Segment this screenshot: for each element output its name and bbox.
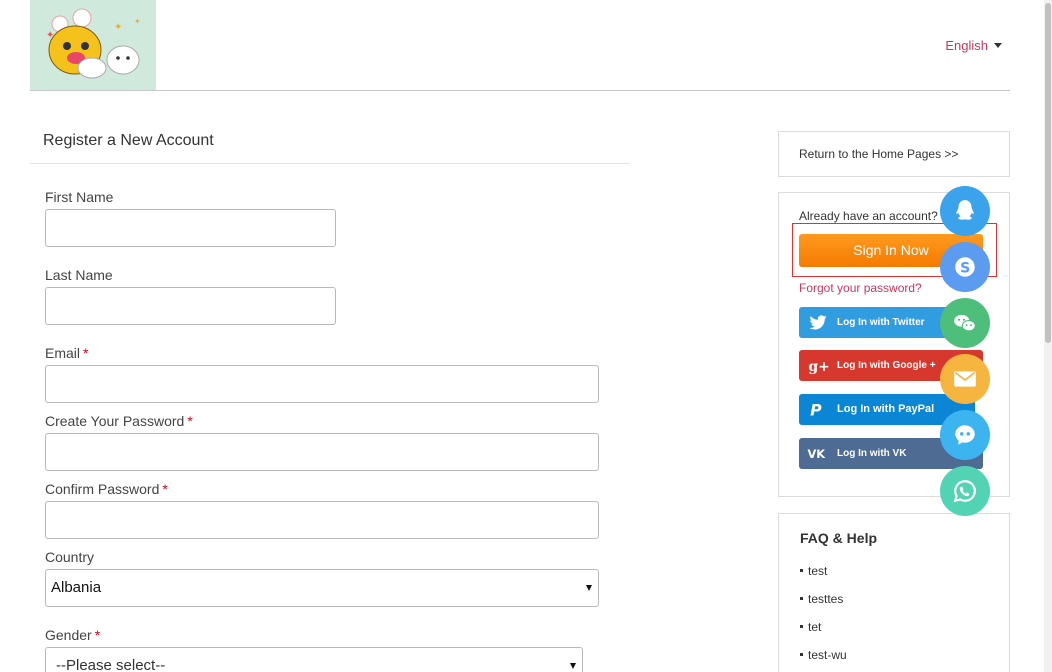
- qq-icon: [956, 200, 974, 220]
- forgot-password-link[interactable]: Forgot your password?: [799, 281, 922, 295]
- last-name-input[interactable]: [45, 287, 336, 325]
- required-mark: *: [162, 481, 168, 497]
- password-input[interactable]: [45, 433, 599, 471]
- paypal-icon: P: [810, 401, 822, 420]
- required-mark: *: [187, 413, 193, 429]
- whatsapp-contact-button[interactable]: [940, 466, 990, 516]
- faq-title: FAQ & Help: [800, 530, 878, 546]
- email-input[interactable]: [45, 365, 599, 403]
- site-header: ✦ ✦ ✦ English: [30, 0, 1010, 91]
- email-icon: [954, 371, 976, 387]
- faq-item[interactable]: testtes: [800, 592, 843, 606]
- faq-box: FAQ & Help test testtes tet test-wu: [778, 513, 1010, 672]
- chat-bot-icon: [955, 425, 975, 445]
- country-label: Country: [45, 549, 94, 565]
- language-label: English: [945, 38, 988, 53]
- google-login-label: Log In with Google +: [837, 360, 936, 371]
- email-label: Email *: [45, 345, 88, 361]
- page-scrollbar[interactable]: [1044, 0, 1052, 672]
- skype-icon: S: [955, 257, 975, 277]
- gender-label: Gender *: [45, 627, 100, 643]
- qq-contact-button[interactable]: [940, 186, 990, 236]
- caret-down-icon: [586, 585, 592, 591]
- required-mark: *: [83, 345, 89, 361]
- confirm-password-label-text: Confirm Password: [45, 481, 160, 497]
- last-name-label: Last Name: [45, 267, 113, 283]
- return-home-link[interactable]: Return to the Home Pages >>: [799, 147, 958, 161]
- faq-item[interactable]: test-wu: [800, 648, 847, 662]
- email-label-text: Email: [45, 345, 81, 361]
- page-title: Register a New Account: [43, 132, 214, 149]
- paypal-login-label: Log In with PayPal: [837, 403, 935, 415]
- gender-select[interactable]: --Please select--: [45, 647, 583, 672]
- svg-text:VK: VK: [808, 447, 827, 461]
- faq-item[interactable]: tet: [800, 620, 821, 634]
- return-home-box: Return to the Home Pages >>: [778, 131, 1010, 177]
- twitter-login-label: Log In with Twitter: [837, 317, 925, 328]
- already-account-text: Already have an account?: [799, 209, 938, 223]
- svg-text:S: S: [960, 260, 970, 276]
- wechat-contact-button[interactable]: [940, 298, 990, 348]
- country-label-text: Country: [45, 549, 95, 565]
- gender-label-text: Gender: [45, 627, 92, 643]
- first-name-label: First Name: [45, 189, 113, 205]
- svg-text:✦: ✦: [114, 22, 122, 33]
- skype-contact-button[interactable]: S: [940, 242, 990, 292]
- confirm-password-input[interactable]: [45, 501, 599, 539]
- required-mark: *: [94, 627, 101, 643]
- chat-contact-button[interactable]: [940, 410, 990, 460]
- caret-down-icon: [994, 43, 1002, 48]
- password-label-text: Create Your Password: [45, 413, 185, 429]
- gender-selected-value: --Please select--: [56, 657, 166, 672]
- svg-text:g+: g+: [808, 359, 829, 375]
- password-label: Create Your Password *: [45, 413, 193, 429]
- site-logo[interactable]: ✦ ✦ ✦: [30, 0, 156, 90]
- google-plus-icon: g+: [808, 359, 829, 375]
- email-contact-button[interactable]: [940, 354, 990, 404]
- caret-down-icon: [570, 663, 576, 669]
- confirm-password-label: Confirm Password *: [45, 481, 168, 497]
- country-selected-value: Albania: [51, 579, 102, 596]
- last-name-label-text: Last Name: [45, 267, 113, 283]
- country-select[interactable]: Albania: [45, 569, 599, 607]
- form-title-bar: Register a New Account: [30, 130, 630, 164]
- svg-text:P: P: [810, 401, 822, 420]
- vk-login-label: Log In with VK: [837, 448, 907, 459]
- whatsapp-icon: [953, 480, 976, 503]
- first-name-input[interactable]: [45, 209, 336, 247]
- scrollbar-thumb[interactable]: [1045, 3, 1051, 343]
- faq-item[interactable]: test: [800, 564, 827, 578]
- language-selector[interactable]: English: [945, 38, 1002, 53]
- vk-icon: VK: [808, 447, 827, 461]
- first-name-label-text: First Name: [45, 189, 114, 205]
- wechat-icon: [954, 314, 976, 332]
- svg-text:✦: ✦: [134, 17, 141, 26]
- svg-text:✦: ✦: [46, 30, 54, 41]
- twitter-icon: [809, 315, 827, 330]
